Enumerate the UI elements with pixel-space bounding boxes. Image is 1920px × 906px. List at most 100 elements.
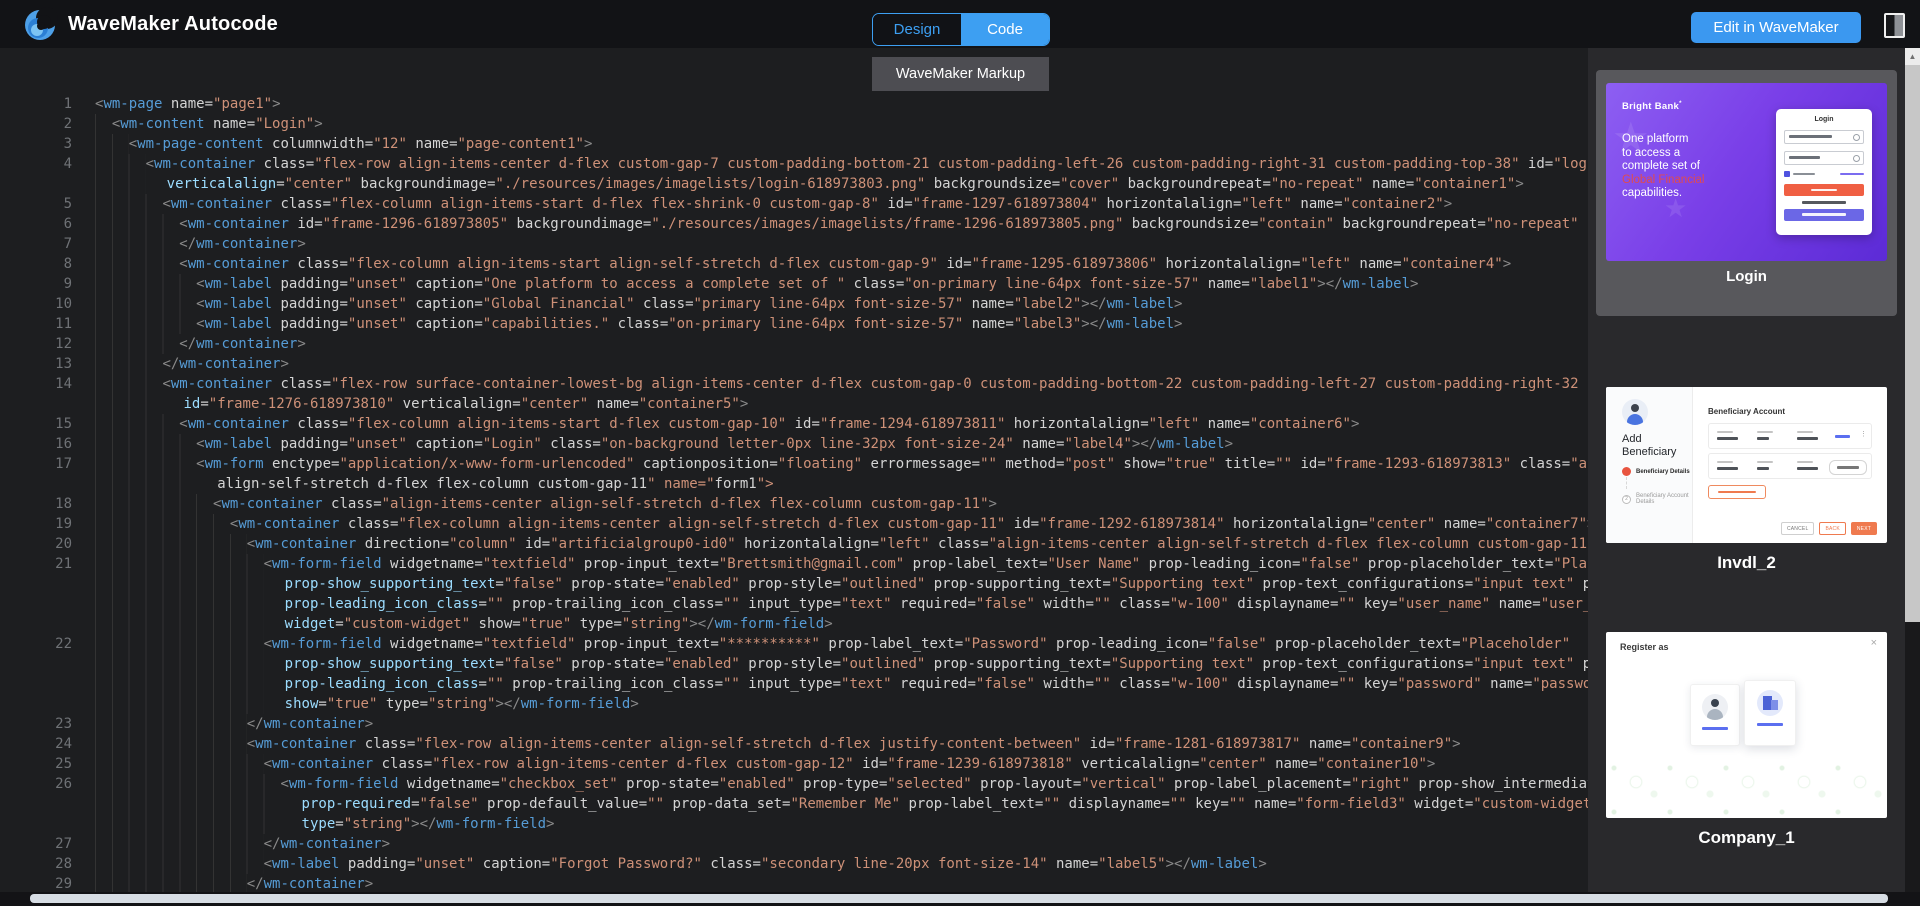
wavemaker-logo-icon <box>24 6 58 42</box>
login-form-card: Login <box>1776 109 1872 235</box>
markup-tooltip: WaveMaker Markup <box>872 57 1049 91</box>
line-number: 18 <box>0 494 72 514</box>
forgot-link-skeleton <box>1840 173 1864 176</box>
wizard-left-panel: Add Beneficiary Beneficiary Details 2 Be… <box>1606 387 1693 543</box>
code-line: 9<wm-label padding="unset" caption="One … <box>0 274 1588 294</box>
design-toggle-button[interactable]: Design <box>873 14 961 45</box>
code-line: widget="custom-widget" show="true" type=… <box>0 614 1588 634</box>
code-line: prop-required="false" prop-default_value… <box>0 794 1588 814</box>
company-label-skeleton <box>1757 723 1783 726</box>
app-window: WaveMaker Autocode Design Code Edit in W… <box>0 0 1920 906</box>
code-line: 17<wm-form enctype="application/x-www-fo… <box>0 454 1588 474</box>
code-line: 27</wm-container> <box>0 834 1588 854</box>
code-line: 16<wm-label padding="unset" caption="Log… <box>0 434 1588 454</box>
page-card-login[interactable]: ★ ★ Bright Bank* One platform to access … <box>1596 70 1897 316</box>
line-number <box>0 614 72 634</box>
top-bar: WaveMaker Autocode Design Code Edit in W… <box>0 0 1920 48</box>
line-number: 2 <box>0 114 72 134</box>
line-number <box>0 694 72 714</box>
brand-logo-text: Bright Bank* <box>1622 101 1682 112</box>
line-number <box>0 474 72 494</box>
add-beneficiary-title: Add Beneficiary <box>1622 433 1676 459</box>
code-line: 5<wm-container class="flex-column align-… <box>0 194 1588 214</box>
individual-option-card <box>1690 684 1740 746</box>
line-number: 20 <box>0 534 72 554</box>
line-number: 4 <box>0 154 72 174</box>
code-toggle-button[interactable]: Code <box>961 14 1049 45</box>
line-number <box>0 674 72 694</box>
step-1: Beneficiary Details <box>1622 467 1690 476</box>
line-number: 25 <box>0 754 72 774</box>
code-line: prop-leading_icon_class="" prop-trailing… <box>0 594 1588 614</box>
beneficiary-account-heading: Beneficiary Account <box>1708 407 1785 416</box>
code-line: 24<wm-container class="flex-row align-it… <box>0 734 1588 754</box>
code-line: 8<wm-container class="flex-column align-… <box>0 254 1588 274</box>
code-line: 28<wm-label padding="unset" caption="For… <box>0 854 1588 874</box>
line-number: 8 <box>0 254 72 274</box>
edit-in-wavemaker-button[interactable]: Edit in WaveMaker <box>1691 12 1861 43</box>
line-number: 11 <box>0 314 72 334</box>
person-icon <box>1853 134 1860 141</box>
vertical-scrollbar-thumb[interactable] <box>1905 65 1920 622</box>
scrollbar-up-arrow[interactable]: ▲ <box>1905 48 1920 65</box>
line-number: 13 <box>0 354 72 374</box>
line-number <box>0 394 72 414</box>
horizontal-scrollbar-thumb[interactable] <box>30 894 1888 903</box>
vertical-scrollbar[interactable]: ▲ <box>1905 48 1920 892</box>
code-editor[interactable]: 1<wm-page name="page1">2<wm-content name… <box>0 48 1588 892</box>
line-number: 23 <box>0 714 72 734</box>
avatar-icon <box>1622 399 1648 425</box>
register-button-skeleton <box>1784 209 1864 221</box>
line-number: 9 <box>0 274 72 294</box>
code-line: 1<wm-page name="page1"> <box>0 94 1588 114</box>
company-option-card <box>1744 680 1796 746</box>
pages-sidebar: ★ ★ Bright Bank* One platform to access … <box>1588 48 1905 892</box>
step-number-icon: 2 <box>1622 495 1631 504</box>
register-as-title: Register as <box>1620 642 1669 652</box>
panel-toggle-icon[interactable] <box>1884 13 1905 38</box>
code-line: 3<wm-page-content columnwidth="12" name=… <box>0 134 1588 154</box>
next-button: NEXT <box>1851 522 1877 535</box>
code-line: 22<wm-form-field widgetname="textfield" … <box>0 634 1588 654</box>
signup-text-skeleton <box>1802 201 1846 204</box>
page-card-invdl2[interactable]: Add Beneficiary Beneficiary Details 2 Be… <box>1606 387 1887 543</box>
line-number: 7 <box>0 234 72 254</box>
username-input-skeleton <box>1784 130 1864 144</box>
code-line: 29</wm-container> <box>0 874 1588 892</box>
eye-icon <box>1853 155 1860 162</box>
headline-accent: Global Financial <box>1622 174 1704 186</box>
page-card-company1[interactable]: Register as × <box>1606 632 1887 818</box>
beneficiary-row: ⋮ <box>1708 423 1872 449</box>
code-line: 18<wm-container class="align-items-cente… <box>0 494 1588 514</box>
beneficiary-row <box>1708 453 1872 479</box>
line-number: 21 <box>0 554 72 574</box>
horizontal-scrollbar[interactable] <box>0 892 1920 906</box>
code-line: id="frame-1276-618973810" verticalalign=… <box>0 394 1588 414</box>
line-number: 16 <box>0 434 72 454</box>
code-line: verticalalign="center" backgroundimage="… <box>0 174 1588 194</box>
page-caption-company1: Company_1 <box>1588 828 1905 848</box>
close-icon: × <box>1871 637 1877 649</box>
login-card-title: Login <box>1784 116 1864 123</box>
line-number: 19 <box>0 514 72 534</box>
cancel-button: CANCEL <box>1781 522 1814 535</box>
line-number <box>0 594 72 614</box>
line-number <box>0 794 72 814</box>
building-icon <box>1757 690 1783 716</box>
login-thumbnail: ★ ★ Bright Bank* One platform to access … <box>1606 83 1887 261</box>
line-number: 17 <box>0 454 72 474</box>
line-number: 29 <box>0 874 72 892</box>
login-headline: One platform to access a complete set of… <box>1622 133 1704 201</box>
code-line: 6<wm-container id="frame-1296-618973805"… <box>0 214 1588 234</box>
line-number: 14 <box>0 374 72 394</box>
code-line: 21<wm-form-field widgetname="textfield" … <box>0 554 1588 574</box>
green-doodle-pattern <box>1606 760 1887 818</box>
code-line: 26<wm-form-field widgetname="checkbox_se… <box>0 774 1588 794</box>
individual-label-skeleton <box>1702 727 1728 730</box>
line-number: 3 <box>0 134 72 154</box>
line-number <box>0 654 72 674</box>
code-line: align-self-stretch d-flex flex-column cu… <box>0 474 1588 494</box>
code-line: prop-show_supporting_text="false" prop-s… <box>0 574 1588 594</box>
code-line: 25<wm-container class="flex-row align-it… <box>0 754 1588 774</box>
code-line: 14<wm-container class="flex-row surface-… <box>0 374 1588 394</box>
